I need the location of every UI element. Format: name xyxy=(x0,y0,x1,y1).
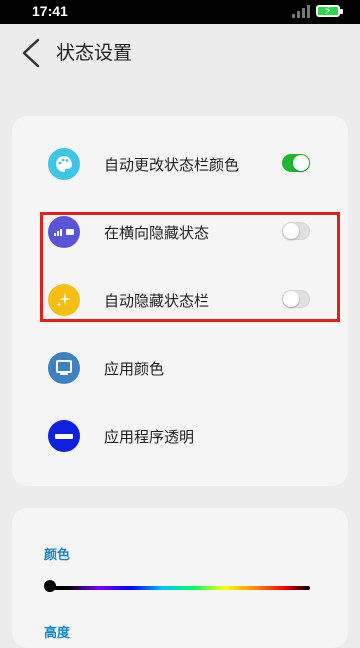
auto-color-toggle[interactable] xyxy=(282,154,310,172)
signal-icon xyxy=(292,4,310,18)
monitor-icon xyxy=(48,352,80,384)
back-arrow-icon[interactable] xyxy=(18,38,46,68)
header: 状态设置 xyxy=(0,24,360,80)
color-label: 颜色 xyxy=(44,548,71,563)
color-slider-thumb[interactable] xyxy=(44,580,56,592)
status-bar: 17:41 ⚡ xyxy=(0,0,360,24)
setting-label: 自动更改状态栏颜色 xyxy=(104,156,240,174)
setting-row-app-transparent[interactable]: 应用程序透明 xyxy=(12,406,348,466)
page-title: 状态设置 xyxy=(56,42,133,64)
palette-icon xyxy=(48,148,80,180)
color-slider-track[interactable] xyxy=(46,586,310,590)
setting-label: 应用颜色 xyxy=(104,360,165,378)
height-label: 高度 xyxy=(44,626,71,641)
setting-row-app-color[interactable]: 应用颜色 xyxy=(12,338,348,398)
status-time: 17:41 xyxy=(32,3,68,19)
highlight-box xyxy=(40,212,340,322)
setting-row-auto-color[interactable]: 自动更改状态栏颜色 xyxy=(12,134,348,194)
battery-charging-icon: ⚡ xyxy=(316,4,343,17)
setting-label: 应用程序透明 xyxy=(104,428,195,446)
minus-circle-icon xyxy=(48,420,80,452)
status-icons: ⚡ xyxy=(292,4,343,18)
